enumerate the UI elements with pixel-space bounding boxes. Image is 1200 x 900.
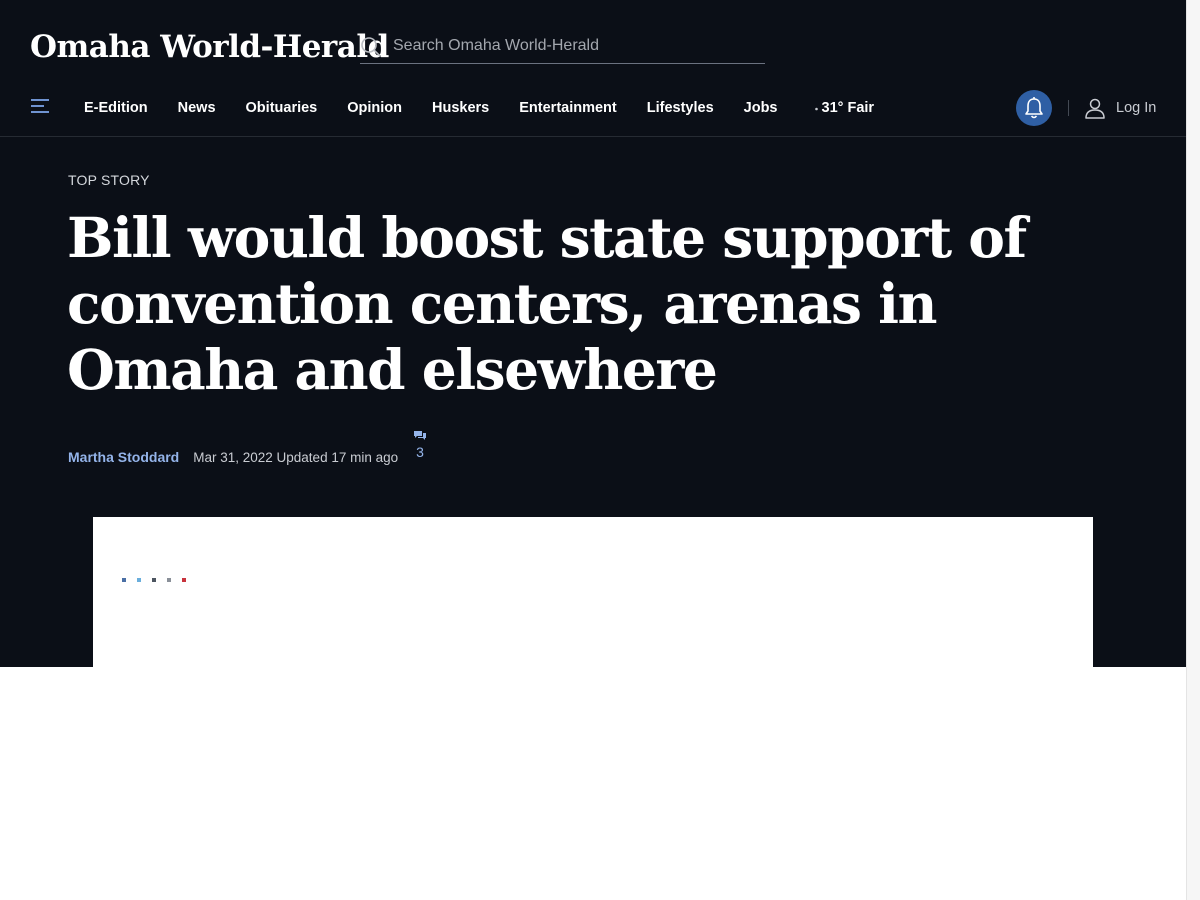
loading-dot: [182, 578, 186, 582]
comments-icon: [414, 431, 426, 440]
weather-text: 31° Fair: [821, 100, 875, 116]
weather-widget[interactable]: 31° Fair: [814, 100, 875, 116]
nav-item-news[interactable]: News: [178, 100, 216, 116]
nav-item-opinion[interactable]: Opinion: [347, 100, 402, 116]
main-navigation: E-Edition News Obituaries Opinion Husker…: [0, 80, 1186, 137]
loading-dot: [137, 578, 141, 582]
nav-links: E-Edition News Obituaries Opinion Husker…: [84, 80, 874, 136]
notifications-button[interactable]: [1016, 90, 1052, 126]
site-logo[interactable]: Omaha World-Herald: [30, 28, 389, 66]
loading-dot: [167, 578, 171, 582]
nav-item-entertainment[interactable]: Entertainment: [519, 100, 617, 116]
nav-item-jobs[interactable]: Jobs: [744, 100, 778, 116]
publish-date: Mar 31, 2022 Updated 17 min ago: [193, 449, 399, 465]
comment-count: 3: [416, 444, 424, 460]
user-icon: [1085, 98, 1105, 119]
nav-item-huskers[interactable]: Huskers: [432, 100, 489, 116]
login-label: Log In: [1116, 100, 1157, 116]
lead-media-container: [93, 517, 1093, 667]
vertical-scrollbar[interactable]: [1186, 0, 1200, 900]
nav-item-lifestyles[interactable]: Lifestyles: [647, 100, 714, 116]
article-headline: Bill would boost state support of conven…: [67, 205, 1027, 402]
menu-icon[interactable]: [31, 98, 49, 114]
nav-divider: [1068, 100, 1069, 116]
loading-indicator: [122, 578, 186, 582]
author-link[interactable]: Martha Stoddard: [68, 449, 179, 465]
nav-item-obituaries[interactable]: Obituaries: [246, 100, 318, 116]
nav-item-e-edition[interactable]: E-Edition: [84, 100, 148, 116]
search-input[interactable]: [393, 32, 763, 60]
search-bar[interactable]: [360, 32, 765, 64]
weather-icon: [814, 107, 818, 110]
byline: Martha Stoddard Mar 31, 2022 Updated 17 …: [68, 448, 398, 466]
bell-icon: [1025, 97, 1043, 119]
login-button[interactable]: Log In: [1084, 80, 1156, 136]
search-icon[interactable]: [360, 36, 382, 58]
comments-link[interactable]: 3: [411, 430, 429, 460]
loading-dot: [122, 578, 126, 582]
story-kicker[interactable]: TOP STORY: [68, 172, 150, 188]
loading-dot: [152, 578, 156, 582]
